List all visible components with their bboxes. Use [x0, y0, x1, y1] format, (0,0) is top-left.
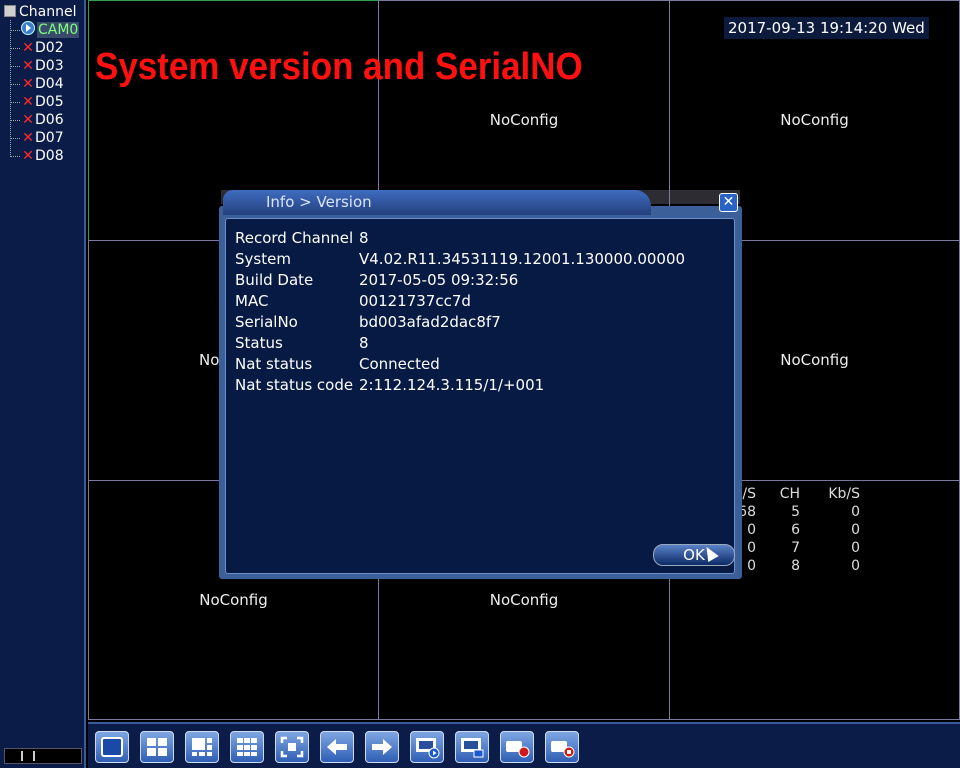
- channel-label: D08: [35, 148, 64, 164]
- channel-label: D04: [35, 76, 64, 92]
- disconnected-x-icon: ✕: [22, 130, 34, 146]
- disconnected-x-icon: ✕: [22, 40, 34, 56]
- remote-device-icon: [461, 738, 484, 758]
- next-icon: [372, 739, 392, 755]
- channel-label: D05: [35, 94, 64, 110]
- play-icon: [21, 21, 35, 35]
- noconfig-label: NoConfig: [489, 591, 559, 609]
- channel-item-d04[interactable]: ✕D04: [10, 75, 64, 93]
- playback-icon: [416, 738, 440, 759]
- stats-ch: 7: [791, 540, 800, 556]
- channel-sidebar: Channel CAM0 ✕D02 ✕D03 ✕D04 ✕D05 ✕D06 ✕D…: [0, 0, 86, 768]
- stats-header-kbs: Kb/S: [828, 486, 860, 502]
- bitrate-stats: /S CH Kb/S 68 5 0 0 6 0 0 7 0 0 8 0: [730, 486, 870, 576]
- channel-item-d07[interactable]: ✕D07: [10, 129, 64, 147]
- info-key: Build Date: [235, 271, 314, 289]
- stats-header: /S CH Kb/S: [730, 486, 870, 504]
- info-key: Status: [235, 334, 283, 352]
- noconfig-label: NoConfig: [780, 111, 849, 129]
- previous-icon: [327, 739, 347, 755]
- channel-item-d03[interactable]: ✕D03: [10, 57, 64, 75]
- info-key: MAC: [235, 292, 269, 310]
- stats-row: 0 6 0: [730, 522, 870, 540]
- nine-view-icon: [237, 738, 257, 756]
- datetime-display: 2017-09-13 19:14:20 Wed: [724, 17, 929, 39]
- playback-button[interactable]: [410, 731, 444, 763]
- info-value: 8: [359, 229, 369, 247]
- channel-root-label: Channel: [19, 4, 77, 20]
- channel-item-d08[interactable]: ✕D08: [10, 147, 64, 165]
- stop-record-button[interactable]: [545, 731, 579, 763]
- stats-kbs2: 0: [851, 522, 860, 538]
- previous-button[interactable]: [320, 731, 354, 763]
- disconnected-x-icon: ✕: [22, 112, 34, 128]
- overlay-caption: System version and SerialNO: [95, 46, 583, 88]
- fullscreen-button[interactable]: [275, 731, 309, 763]
- disconnected-x-icon: ✕: [22, 58, 34, 74]
- channel-item-d06[interactable]: ✕D06: [10, 111, 64, 129]
- info-key: System: [235, 250, 291, 268]
- dialog-body: Record Channel 8 System V4.02.R11.345311…: [225, 218, 735, 574]
- dialog-title: Info > Version: [266, 193, 372, 211]
- scroll-thumb[interactable]: [21, 751, 35, 761]
- info-value: 2017-05-05 09:32:56: [359, 271, 519, 289]
- next-button[interactable]: [365, 731, 399, 763]
- channel-label: D07: [35, 130, 64, 146]
- stats-kbs2: 0: [851, 558, 860, 574]
- channel-label: D03: [35, 58, 64, 74]
- info-key: Record Channel: [235, 229, 354, 247]
- noconfig-label: NoConfig: [489, 111, 559, 129]
- stats-row: 0 7 0: [730, 540, 870, 558]
- disconnected-x-icon: ✕: [22, 148, 34, 164]
- info-key: Nat status code: [235, 376, 354, 394]
- stats-kbs2: 0: [851, 504, 860, 520]
- channel-item-cam0[interactable]: CAM0: [10, 21, 80, 39]
- record-button[interactable]: [500, 731, 534, 763]
- info-key: Nat status: [235, 355, 313, 373]
- single-view-button[interactable]: [95, 731, 129, 763]
- disconnected-x-icon: ✕: [22, 76, 34, 92]
- record-icon: [506, 741, 530, 758]
- channel-item-d05[interactable]: ✕D05: [10, 93, 64, 111]
- fullscreen-icon: [280, 736, 304, 758]
- stats-ch: 8: [791, 558, 800, 574]
- six-view-icon: [192, 738, 212, 756]
- bottom-toolbar: [88, 722, 960, 768]
- stats-ch: 5: [791, 504, 800, 520]
- stop-record-icon: [551, 741, 575, 758]
- stats-row: 68 5 0: [730, 504, 870, 522]
- dialog-title-tab[interactable]: Info > Version: [223, 190, 651, 215]
- channel-tree-root[interactable]: Channel: [4, 4, 76, 21]
- stats-ch: 6: [791, 522, 800, 538]
- info-value: 00121737cc7d: [359, 292, 471, 310]
- close-icon[interactable]: ✕: [719, 193, 738, 212]
- info-value: V4.02.R11.34531119.12001.130000.00000: [359, 250, 686, 268]
- info-value: 2:112.124.3.115/1/+001: [359, 376, 545, 394]
- quad-view-icon: [147, 738, 167, 756]
- noconfig-label: NoConfig: [199, 591, 268, 609]
- ok-button[interactable]: OK: [653, 544, 735, 566]
- stats-header-ch: CH: [779, 486, 800, 502]
- stats-row: 0 8 0: [730, 558, 870, 576]
- six-view-button[interactable]: [185, 731, 219, 763]
- channel-label: D02: [35, 40, 64, 56]
- disconnected-x-icon: ✕: [22, 94, 34, 110]
- stats-kbs2: 0: [851, 540, 860, 556]
- remote-device-button[interactable]: [455, 731, 489, 763]
- info-value: bd003afad2dac8f7: [359, 313, 501, 331]
- info-value: 8: [359, 334, 369, 352]
- version-info-dialog: Info > Version ✕ Record Channel 8 System…: [219, 190, 742, 579]
- info-key: SerialNo: [235, 313, 298, 331]
- nine-view-button[interactable]: [230, 731, 264, 763]
- single-view-icon: [101, 737, 123, 757]
- channel-label: CAM0: [37, 22, 80, 38]
- collapse-box-icon[interactable]: [4, 5, 16, 17]
- channel-item-d02[interactable]: ✕D02: [10, 39, 64, 57]
- sidebar-scrollbar[interactable]: [4, 748, 82, 764]
- channel-label: D06: [35, 112, 64, 128]
- info-value: Connected: [359, 355, 440, 373]
- quad-view-button[interactable]: [140, 731, 174, 763]
